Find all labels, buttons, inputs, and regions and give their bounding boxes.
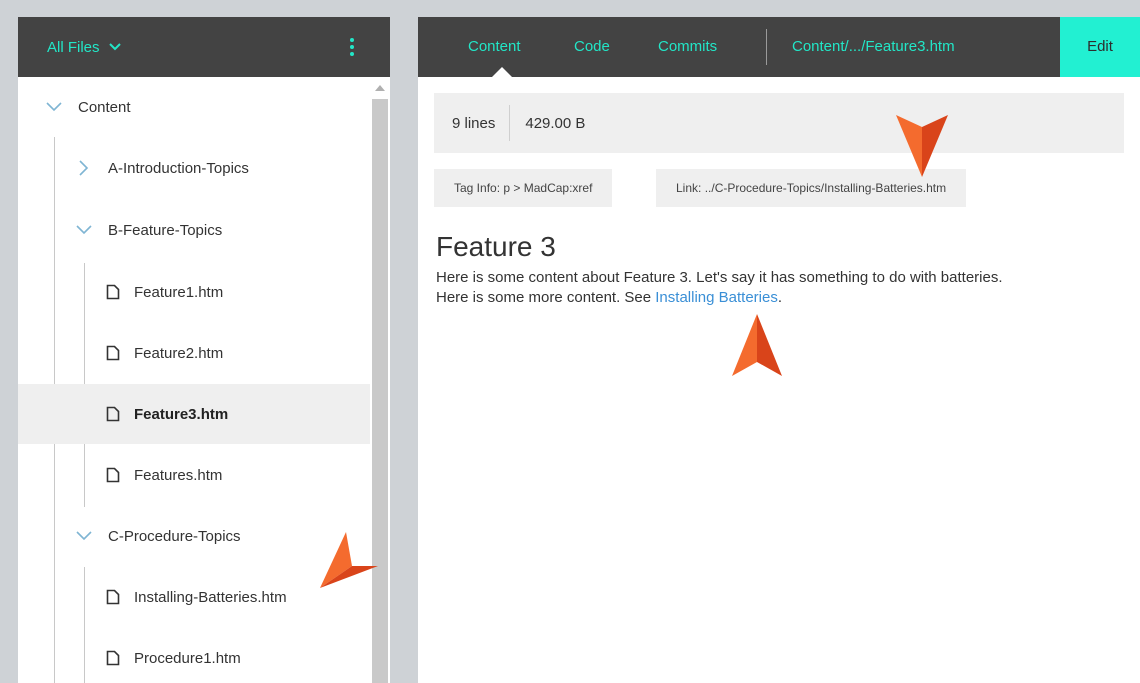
callout-arrow-icon bbox=[732, 314, 782, 376]
tree-item-label: C-Procedure-Topics bbox=[108, 527, 241, 545]
tab-commits[interactable]: Commits bbox=[658, 17, 717, 77]
tag-info-chip: Tag Info: p > MadCap:xref bbox=[434, 169, 613, 207]
tree-item-label: Installing-Batteries.htm bbox=[134, 588, 287, 606]
tree-file-procedure1[interactable]: Procedure1.htm bbox=[18, 628, 370, 683]
active-tab-indicator bbox=[492, 67, 512, 77]
file-path-breadcrumb: Content/.../Feature3.htm bbox=[792, 38, 955, 55]
all-files-label: All Files bbox=[47, 38, 100, 56]
tree-scrollbar[interactable] bbox=[370, 77, 390, 683]
tree-folder-b-feature-topics[interactable]: B-Feature-Topics bbox=[18, 200, 370, 260]
tree-file-feature1[interactable]: Feature1.htm bbox=[18, 262, 370, 322]
line-count: 9 lines bbox=[452, 114, 496, 132]
scroll-thumb[interactable] bbox=[372, 99, 388, 683]
tree-item-label: Feature2.htm bbox=[134, 344, 224, 362]
tree-file-installing-batteries[interactable]: Installing-Batteries.htm bbox=[18, 567, 370, 627]
scroll-up-arrow-icon[interactable] bbox=[375, 85, 385, 91]
toolbar-divider bbox=[766, 29, 767, 65]
edit-button[interactable]: Edit bbox=[1060, 17, 1140, 77]
tree-file-feature2[interactable]: Feature2.htm bbox=[18, 323, 370, 383]
tree-folder-content[interactable]: Content bbox=[18, 77, 370, 137]
file-icon bbox=[106, 284, 120, 300]
tree-item-label: A-Introduction-Topics bbox=[108, 159, 249, 177]
paragraph-text: Here is some more content. See bbox=[436, 289, 656, 306]
tree-item-label: Procedure1.htm bbox=[134, 649, 241, 667]
viewer-toolbar: Content Code Commits Content/.../Feature… bbox=[418, 17, 1140, 77]
chevron-down-icon bbox=[108, 43, 121, 51]
all-files-dropdown[interactable]: All Files bbox=[47, 39, 121, 56]
document-paragraph-2: Here is some more content. See Installin… bbox=[436, 289, 782, 306]
tree-file-feature3[interactable]: Feature3.htm bbox=[18, 384, 370, 444]
tab-code[interactable]: Code bbox=[574, 17, 610, 77]
tree-item-label: B-Feature-Topics bbox=[108, 221, 223, 239]
chevron-down-icon[interactable] bbox=[46, 99, 62, 115]
file-icon bbox=[106, 345, 120, 361]
tree-folder-c-procedure-topics[interactable]: C-Procedure-Topics bbox=[18, 506, 370, 566]
tree-item-label: Features.htm bbox=[134, 466, 223, 484]
file-icon bbox=[106, 406, 120, 422]
tree-item-label: Content bbox=[78, 98, 131, 116]
file-info-bar: 9 lines 429.00 B bbox=[434, 93, 1124, 153]
document-title: Feature 3 bbox=[436, 231, 556, 262]
document-paragraph-1: Here is some content about Feature 3. Le… bbox=[436, 269, 1003, 286]
chevron-down-icon[interactable] bbox=[76, 528, 92, 544]
chevron-down-icon[interactable] bbox=[76, 222, 92, 238]
tree-item-label: Feature3.htm bbox=[134, 405, 229, 423]
file-icon bbox=[106, 467, 120, 483]
file-size: 429.00 B bbox=[525, 114, 586, 132]
callout-arrow-icon bbox=[896, 115, 948, 177]
link-info-value: ../C-Procedure-Topics/Installing-Batteri… bbox=[704, 181, 947, 195]
tag-info-prefix: Tag Info: bbox=[454, 181, 501, 195]
tree-folder-a-introduction-topics[interactable]: A-Introduction-Topics bbox=[18, 138, 370, 198]
kebab-menu-icon[interactable] bbox=[350, 38, 356, 58]
tree-item-label: Feature1.htm bbox=[134, 283, 224, 301]
paragraph-end: . bbox=[777, 289, 783, 306]
tag-info-value: p > MadCap:xref bbox=[503, 181, 593, 195]
tree-file-features[interactable]: Features.htm bbox=[18, 445, 370, 505]
installing-batteries-link[interactable]: Installing Batteries bbox=[655, 289, 778, 306]
file-tree: Content A-Introduction-Topics B-Feature-… bbox=[18, 77, 370, 683]
file-icon bbox=[106, 650, 120, 666]
file-icon bbox=[106, 589, 120, 605]
explorer-header: All Files bbox=[18, 17, 390, 77]
callout-arrow-icon bbox=[320, 532, 378, 588]
chevron-right-icon[interactable] bbox=[76, 160, 92, 176]
link-info-prefix: Link: bbox=[676, 181, 702, 195]
